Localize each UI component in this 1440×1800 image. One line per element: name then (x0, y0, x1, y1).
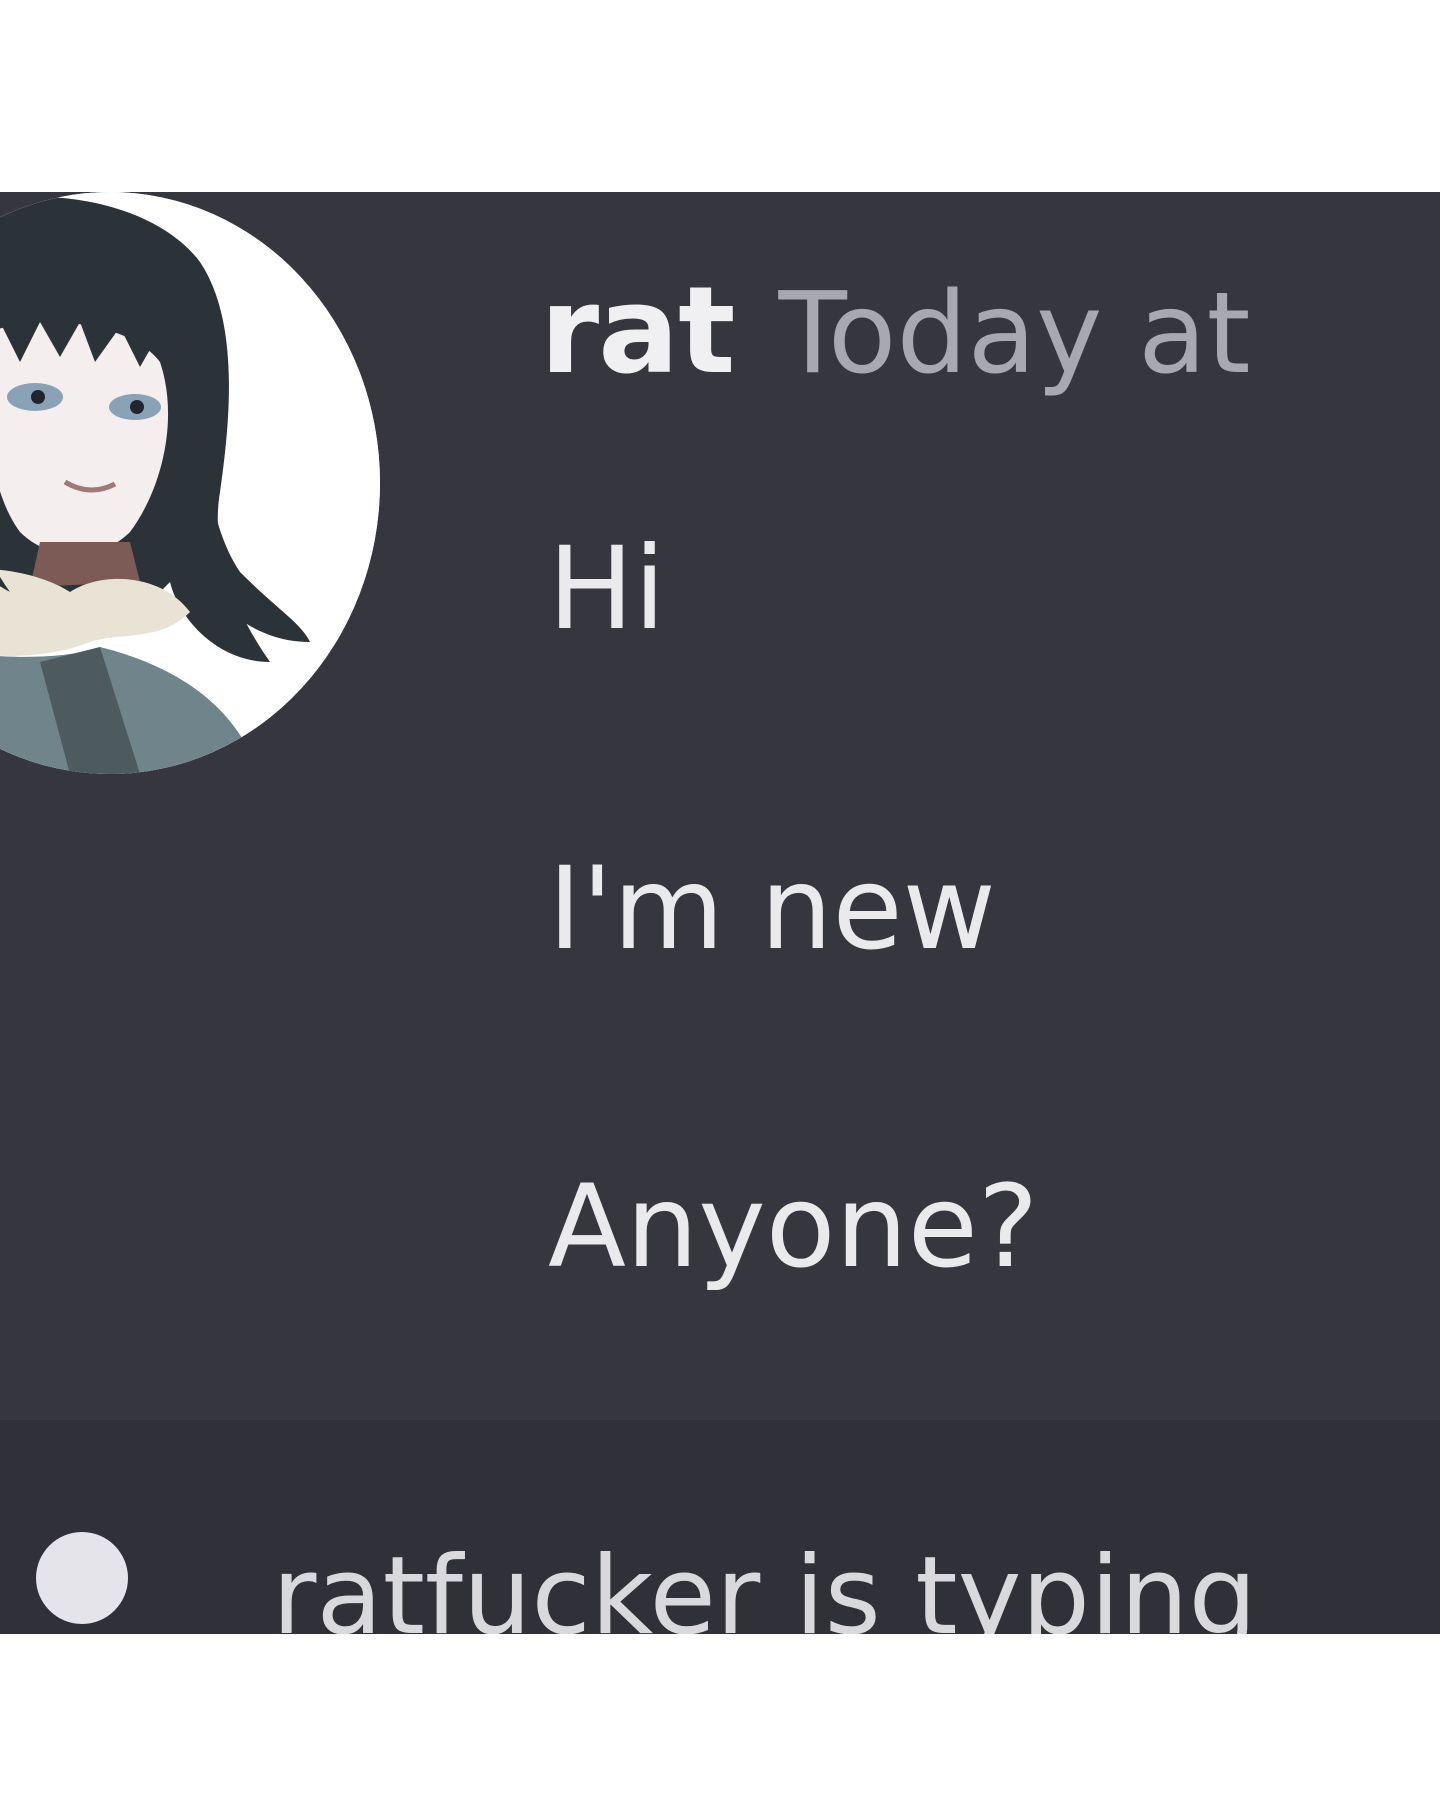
chat-window: rat Today at Hi I'm new Anyone? ratfucker… (0, 192, 1440, 1634)
username[interactable]: rat (540, 262, 736, 401)
avatar-icon (0, 192, 380, 774)
message-header: rat Today at (540, 262, 1251, 401)
message-line-im-new: I'm new (548, 842, 996, 975)
user-avatar[interactable] (0, 192, 380, 774)
screenshot-frame: rat Today at Hi I'm new Anyone? ratfucker… (0, 0, 1440, 1800)
typing-indicator-text: ratfucker is typing (272, 1534, 1258, 1634)
message-line-hi: Hi (548, 522, 666, 655)
message-line-anyone: Anyone? (548, 1160, 1039, 1293)
message-timestamp: Today at (778, 269, 1251, 399)
typing-dots-icon (36, 1532, 128, 1624)
